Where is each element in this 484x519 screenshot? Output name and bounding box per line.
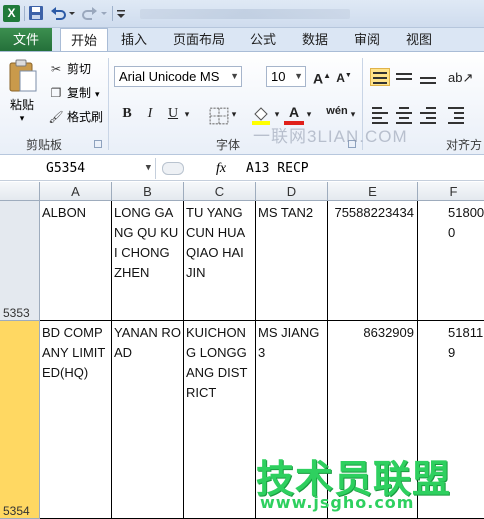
ribbon-home: 粘贴 ▾ ✂ 剪切 ❐ 复制 ▾ 🖌 格式刷 剪贴板 Arial Unicode MS … [0,51,484,155]
cell-d5353[interactable]: MS TAN2 [256,201,328,321]
align-left-button[interactable] [370,104,390,124]
paste-label: 粘贴 [10,98,35,112]
align-top-button[interactable] [370,68,390,86]
window-title-blurred [140,9,350,19]
decrease-indent-button[interactable] [446,104,466,124]
column-headers: A B C D E F [0,182,484,201]
font-size-value: 10 [271,69,286,84]
formula-bar: G5354 ▼ fx A13 RECP [0,156,484,181]
align-bottom-button[interactable] [418,68,438,86]
tab-data[interactable]: 数据 [294,28,336,51]
cell-a5354[interactable]: BD COMPANY LIMITED(HQ) [40,321,112,519]
chevron-down-icon: ▼ [230,71,239,81]
chevron-down-icon: ▼ [294,71,303,81]
row-number: 5354 [3,504,30,518]
tab-insert[interactable]: 插入 [112,28,156,51]
phonetic-dropdown-icon[interactable]: ▾ [348,104,358,124]
qat-separator [24,6,25,21]
font-name-value: Arial Unicode MS [119,69,220,84]
align-center-button[interactable] [394,104,414,124]
qat-separator [112,6,113,21]
copy-label: 复制 [67,86,92,100]
paste-button[interactable]: 粘贴 ▾ [10,96,34,124]
tab-page-layout[interactable]: 页面布局 [166,28,232,51]
undo-dropdown-icon[interactable] [68,5,76,21]
name-box-value: G5354 [46,161,86,176]
alignment-group-label: 对齐方 [446,138,483,152]
font-size-combobox[interactable]: 10 ▼ [266,66,306,87]
underline-dropdown-icon[interactable]: ▾ [182,104,192,124]
watermark-url: www.jsgho.com [260,493,415,512]
ribbon-tabs: 文件 开始 插入 页面布局 公式 数据 审阅 视图 [0,28,484,52]
copy-dropdown-icon[interactable]: ▾ [95,89,100,99]
cut-label: 剪切 [67,62,92,76]
customize-qat-icon[interactable] [116,5,126,21]
underline-button[interactable]: U [163,104,183,124]
cell-f5353[interactable]: 518000 [418,201,484,321]
tab-file[interactable]: 文件 [0,28,52,51]
font-color-dropdown-icon[interactable]: ▾ [304,104,314,124]
column-header-e[interactable]: E [328,182,418,201]
copy-button[interactable]: ❐ 复制 ▾ [48,84,100,102]
cell-b5353[interactable]: LONG GANG QU KUI CHONG ZHEN [112,201,184,321]
orientation-button[interactable]: ab↗ [448,68,473,88]
cell-c5353[interactable]: TU YANG CUN HUA QIAO HAI JIN [184,201,256,321]
tab-view[interactable]: 视图 [398,28,440,51]
fill-color-dropdown-icon[interactable]: ▾ [272,104,282,124]
cut-button[interactable]: ✂ 剪切 [48,60,91,78]
formula-input[interactable]: A13 RECP [246,158,309,179]
row-header-5353[interactable]: 5353 [0,201,40,321]
watermark-small: 一联网3LIAN.COM [253,127,408,146]
cell-e5353[interactable]: 75588223434 [328,201,418,321]
format-painter-label: 格式刷 [67,110,104,124]
column-header-f[interactable]: F [418,182,484,201]
tab-review[interactable]: 审阅 [346,28,388,51]
row-number: 5353 [3,306,30,320]
tab-formulas[interactable]: 公式 [242,28,284,51]
brush-icon: 🖌 [48,110,64,124]
group-separator [108,58,109,150]
chevron-down-icon: ▼ [145,163,151,173]
column-header-a[interactable]: A [40,182,112,201]
borders-dropdown-icon[interactable]: ▾ [229,104,239,124]
paste-dropdown-icon[interactable]: ▾ [10,113,34,124]
italic-button[interactable]: I [140,104,160,124]
font-name-combobox[interactable]: Arial Unicode MS ▼ [114,66,242,87]
insert-function-button[interactable]: fx [216,158,226,179]
grow-font-button[interactable]: A▲ [312,66,332,87]
cell-a5353[interactable]: ALBON [40,201,112,321]
clipboard-group-label: 剪贴板 [26,138,63,152]
phonetic-label: wén [326,105,348,117]
scissors-icon: ✂ [50,62,62,76]
phonetic-button[interactable]: wén [324,104,350,124]
cell-b5354[interactable]: YANAN ROAD [112,321,184,519]
align-right-button[interactable] [418,104,438,124]
copy-icon: ❐ [50,86,62,100]
excel-window: X 文件 开始 插入 页面布局 公式 数据 审阅 视图 粘贴 ▾ ✂ 剪切 ❐ … [0,0,484,519]
row-header-5354[interactable]: 5354 [0,321,40,519]
name-box[interactable]: G5354 ▼ [0,158,156,179]
align-middle-button[interactable] [394,68,414,86]
paste-icon[interactable] [8,59,38,93]
column-header-d[interactable]: D [256,182,328,201]
clipboard-launcher-icon[interactable] [94,140,102,148]
font-group-label: 字体 [216,138,241,152]
quick-access-toolbar: X [0,0,484,28]
bold-button[interactable]: B [117,104,137,124]
formula-bar-handle[interactable] [162,162,184,175]
format-painter-button[interactable]: 🖌 格式刷 [48,108,103,126]
save-icon[interactable] [28,5,44,21]
cell-c5354[interactable]: KUICHONG LONGGANG DISTRICT [184,321,256,519]
redo-icon[interactable] [82,5,98,21]
tab-home[interactable]: 开始 [60,28,108,52]
undo-icon[interactable] [50,5,66,21]
excel-app-icon[interactable]: X [3,5,20,22]
redo-dropdown-icon[interactable] [100,5,108,21]
borders-icon[interactable] [209,106,229,126]
column-header-c[interactable]: C [184,182,256,201]
column-header-b[interactable]: B [112,182,184,201]
shrink-font-button[interactable]: A▼ [334,66,354,86]
select-all-button[interactable] [0,182,40,201]
